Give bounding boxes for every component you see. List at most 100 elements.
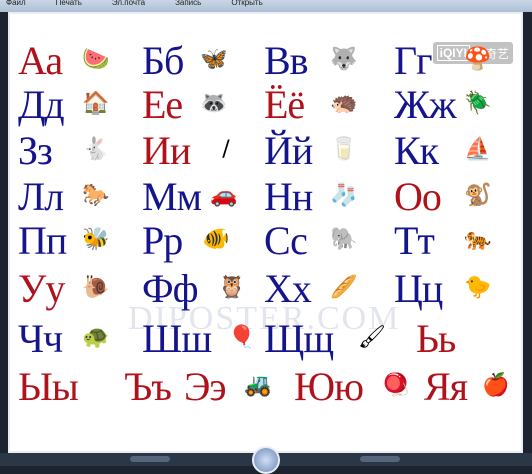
- horse-icon: 🐎: [82, 182, 110, 208]
- letter-pair: Йй: [264, 128, 313, 173]
- chick-icon: 🐤: [464, 274, 492, 300]
- letter-cell: Нн: [264, 174, 313, 219]
- letter-cell: Гг: [394, 38, 433, 83]
- letter-pair: Кк: [394, 128, 439, 173]
- excavator-icon: 🚜: [244, 372, 272, 398]
- monkey-icon: 🐒: [464, 182, 492, 208]
- butterfly-icon: 🦋: [200, 46, 228, 72]
- letter-pair: Фф: [142, 266, 199, 311]
- letter-pair: Оо: [394, 174, 442, 219]
- letter-cell: Вв: [264, 38, 309, 83]
- letter-cell: Дд: [18, 82, 65, 127]
- spinning-top-icon: 🪀: [382, 372, 410, 398]
- beetle-icon: 🪲: [464, 90, 492, 116]
- letter-cell: Бб: [142, 38, 184, 83]
- tiger-icon: 🐅: [464, 226, 492, 252]
- owl-icon: 🦉: [218, 274, 246, 300]
- seek-track-left[interactable]: [130, 456, 170, 462]
- bread-icon: 🥖: [330, 274, 358, 300]
- letter-cell: Зз: [18, 128, 53, 173]
- letter-pair: Хх: [264, 266, 312, 311]
- letter-cell: Ыы: [18, 364, 79, 409]
- letter-pair: Ьь: [416, 316, 456, 361]
- seek-track-right[interactable]: [360, 456, 400, 462]
- letter-pair: Ээ: [184, 364, 227, 409]
- letter-cell: Кк: [394, 128, 439, 173]
- letter-cell: Юю: [294, 366, 364, 408]
- letter-pair: Яя: [424, 364, 468, 409]
- letter-cell: Щщ: [264, 316, 334, 361]
- letter-pair: Щщ: [264, 316, 334, 361]
- house-icon: 🏠: [82, 90, 110, 116]
- elephant-icon: 🐘: [330, 226, 358, 252]
- menu-open[interactable]: Открыть: [231, 0, 262, 7]
- letter-cell: Йй: [264, 128, 313, 173]
- letter-cell: Ее: [142, 82, 183, 127]
- letter-pair: Ыы: [18, 364, 79, 409]
- letter-pair: Цц: [394, 266, 443, 311]
- raccoon-icon: 🦝: [200, 90, 228, 116]
- car-icon: 🚗: [210, 182, 238, 208]
- letter-pair: Жж: [394, 82, 456, 127]
- letter-cell: Ии: [142, 128, 191, 173]
- letter-cell: Ээ: [184, 364, 227, 409]
- letter-cell: Хх: [264, 266, 312, 311]
- letter-pair: Шш: [142, 316, 212, 361]
- brush-icon: 🖌: [358, 324, 386, 350]
- letter-cell: Чч: [18, 316, 63, 361]
- letter-pair: Чч: [18, 316, 63, 361]
- letter-pair: Ии: [142, 128, 191, 173]
- menu-email[interactable]: Эл.почта: [112, 0, 145, 7]
- letter-pair: Вв: [264, 38, 309, 83]
- letter-pair: Бб: [142, 38, 184, 83]
- letter-cell: Ьь: [416, 316, 456, 361]
- letter-cell: Аа: [18, 38, 63, 83]
- letter-cell: Фф: [142, 266, 199, 311]
- apple-icon: 🍎: [482, 372, 510, 398]
- menu-print[interactable]: Печать: [56, 0, 82, 7]
- player-control-bar: [0, 446, 532, 474]
- needle-icon: /: [222, 136, 230, 162]
- letter-cell: Яя: [424, 364, 468, 409]
- letter-cell: Шш: [142, 316, 212, 361]
- letter-cell: Рр: [142, 220, 183, 262]
- letter-cell: Пп: [18, 218, 67, 263]
- letter-cell: Уу: [18, 266, 65, 311]
- watermelon-icon: 🍉: [82, 46, 110, 72]
- ship-icon: ⛵: [464, 136, 492, 162]
- letter-cell: Сс: [264, 220, 308, 262]
- letter-pair: Дд: [18, 82, 65, 127]
- letter-pair: Ъъ: [124, 364, 172, 409]
- bee-icon: 🐝: [82, 226, 110, 252]
- letter-cell: Цц: [394, 266, 443, 311]
- menu-file[interactable]: Файл: [6, 0, 26, 7]
- socks-icon: 🧦: [330, 182, 358, 208]
- letter-pair: Мм: [142, 174, 202, 219]
- menu-bar: Файл Печать Эл.почта Запись Открыть: [0, 0, 532, 12]
- snail-icon: 🐌: [82, 274, 110, 300]
- letter-pair: Уу: [18, 266, 65, 311]
- yogurt-icon: 🥛: [330, 136, 358, 162]
- rabbit-icon: 🐇: [82, 136, 110, 162]
- letter-cell: Мм: [142, 174, 202, 219]
- letter-cell: Лл: [18, 176, 64, 218]
- fish-icon: 🐠: [202, 226, 230, 252]
- letter-pair: Пп: [18, 218, 67, 263]
- letter-cell: Жж: [394, 82, 456, 127]
- wolf-icon: 🐺: [330, 46, 358, 72]
- letter-cell: Ёё: [264, 82, 305, 127]
- turtle-icon: 🐢: [82, 324, 110, 350]
- letter-pair: Зз: [18, 128, 53, 173]
- letter-pair: Нн: [264, 174, 313, 219]
- letter-cell: Оо: [394, 174, 442, 219]
- menu-record[interactable]: Запись: [175, 0, 201, 7]
- letter-cell: Тт: [394, 220, 435, 262]
- letter-pair: Гг: [394, 38, 433, 83]
- letter-pair: Аа: [18, 38, 63, 83]
- letter-pair: Ёё: [264, 82, 305, 127]
- hedgehog-icon: 🦔: [330, 90, 358, 116]
- letter-cell: Ъъ: [124, 364, 172, 409]
- play-pause-button[interactable]: [252, 446, 280, 474]
- balloon-icon: 🎈: [228, 324, 256, 350]
- letter-pair: Ее: [142, 82, 183, 127]
